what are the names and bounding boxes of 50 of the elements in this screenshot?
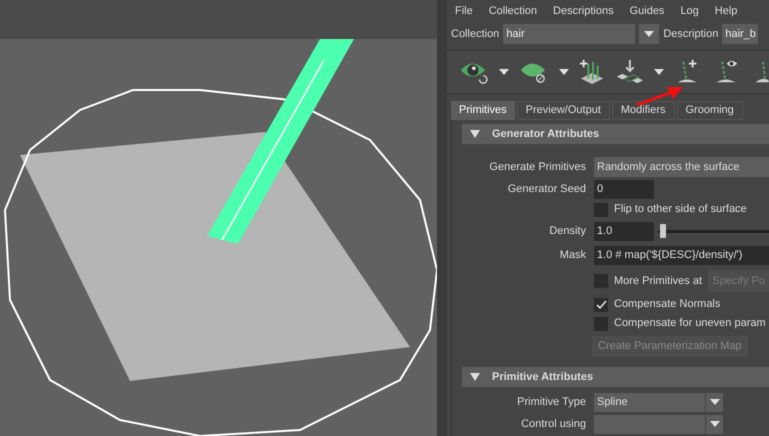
- selector-label: Collection: [451, 26, 500, 42]
- caret-icon: [558, 69, 569, 75]
- field-label: Generate Primitives: [488, 160, 587, 175]
- checkbox-label: Compensate Normals: [614, 297, 720, 312]
- caret-icon: [498, 69, 509, 75]
- section-title: Generator Attributes: [492, 126, 600, 142]
- menu-item[interactable]: Log: [680, 2, 699, 20]
- caret-icon: [654, 69, 664, 75]
- checkbox-label: Compensate for uneven param: [614, 316, 766, 332]
- selector-label: Description: [663, 26, 718, 42]
- dropdown-button[interactable]: [639, 24, 660, 44]
- expanded-caret-icon: [470, 373, 480, 381]
- slider-track[interactable]: [658, 224, 769, 238]
- tab[interactable]: Preview/Output: [516, 101, 610, 120]
- caret-icon: [644, 31, 654, 37]
- section-header[interactable]: Generator Attributes: [462, 124, 769, 144]
- caret-icon: [710, 421, 720, 427]
- tab[interactable]: Grooming: [676, 101, 743, 120]
- menu-item[interactable]: Guides: [630, 2, 664, 20]
- menu-item[interactable]: Collection: [488, 2, 538, 20]
- input-field[interactable]: 0: [594, 180, 654, 198]
- input-field[interactable]: 1.0: [594, 222, 654, 240]
- field-label: Generator Seed: [506, 182, 587, 197]
- tab[interactable]: Modifiers: [612, 101, 674, 120]
- selector-field[interactable]: hair: [503, 24, 636, 44]
- dropdown[interactable]: Spline: [594, 392, 723, 412]
- dropdown[interactable]: Randomly across the surface: [594, 157, 769, 177]
- annotation-arrow: [635, 85, 685, 107]
- field-label: Mask: [558, 248, 587, 263]
- checkbox-label: More Primitives at: [614, 274, 702, 289]
- menu-item[interactable]: Descriptions: [553, 2, 614, 20]
- field-label: Density: [548, 224, 587, 239]
- menu-item[interactable]: File: [455, 2, 473, 20]
- expanded-caret-icon: [470, 130, 480, 138]
- section-title: Primitive Attributes: [492, 370, 594, 385]
- grass-patch-icon[interactable]: [578, 57, 605, 87]
- menu-item[interactable]: Help: [714, 2, 738, 20]
- slider-thumb[interactable]: [660, 224, 666, 238]
- field-label: Control using: [520, 416, 587, 432]
- selector-field[interactable]: hair_b: [722, 24, 758, 44]
- tab[interactable]: Primitives: [451, 101, 515, 120]
- caret-icon: [710, 399, 720, 405]
- checkbox-label: Flip to other side of surface: [614, 202, 747, 218]
- checkbox[interactable]: [594, 274, 608, 288]
- checkbox[interactable]: [594, 202, 608, 216]
- section-header[interactable]: Primitive Attributes: [462, 367, 769, 387]
- field-label: Primitive Type: [516, 394, 587, 410]
- checkbox[interactable]: [594, 298, 608, 312]
- input-field[interactable]: 1.0 # map('${DESC}/density/'): [594, 246, 769, 264]
- checkbox[interactable]: [594, 316, 608, 330]
